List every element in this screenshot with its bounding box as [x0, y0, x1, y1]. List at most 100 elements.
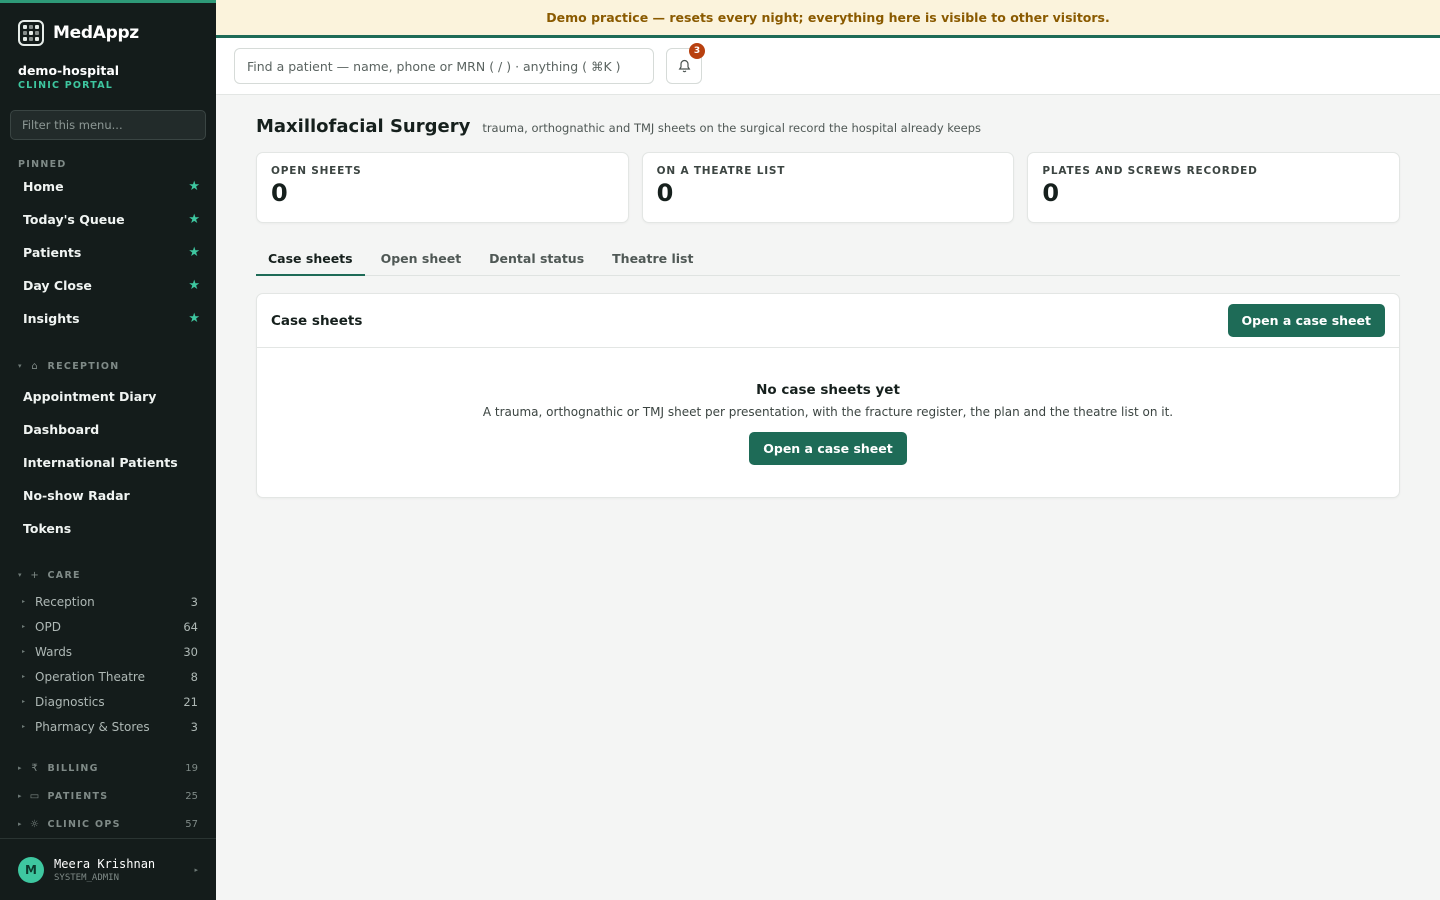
- avatar: M: [18, 856, 44, 883]
- empty-open-case-sheet-button[interactable]: Open a case sheet: [749, 432, 907, 465]
- stat-theatre-list: ON A THEATRE LIST 0: [641, 152, 1015, 223]
- sidebar-item-label: Insights: [23, 311, 80, 326]
- user-name: Meera Krishnan: [54, 856, 156, 871]
- sidebar-item-label: Operation Theatre: [35, 669, 145, 684]
- item-count: 3: [190, 719, 198, 734]
- group-label: BILLING: [47, 762, 99, 774]
- stat-value: 0: [271, 179, 288, 207]
- group-count: 57: [185, 818, 198, 830]
- star-icon[interactable]: ★: [188, 311, 200, 326]
- bell-icon: [678, 59, 690, 73]
- open-case-sheet-button[interactable]: Open a case sheet: [1227, 304, 1385, 337]
- sidebar-item-opd[interactable]: ▸ OPD 64: [0, 614, 216, 639]
- panel-header: Case sheets Open a case sheet: [257, 294, 1399, 348]
- sidebar-item-dashboard[interactable]: Dashboard: [0, 413, 216, 446]
- sidebar-item-label: Today's Queue: [23, 212, 125, 227]
- brand[interactable]: MedAppz: [0, 3, 216, 47]
- star-icon[interactable]: ★: [188, 278, 200, 293]
- notifications-button[interactable]: 3: [666, 43, 705, 84]
- app-logo-icon: [18, 20, 44, 46]
- case-sheets-panel: Case sheets Open a case sheet No case sh…: [256, 293, 1400, 498]
- star-icon[interactable]: ★: [188, 179, 200, 194]
- sidebar-item-patients[interactable]: Patients ★: [0, 236, 216, 269]
- star-icon[interactable]: ★: [188, 245, 200, 260]
- stats-row: OPEN SHEETS 0 ON A THEATRE LIST 0 PLATES…: [256, 152, 1401, 223]
- sidebar-item-label: Patients: [23, 245, 82, 260]
- group-count: 25: [185, 790, 198, 802]
- tab-bar: Case sheets Open sheet Dental status The…: [256, 242, 1400, 276]
- sidebar-item-appointment-diary[interactable]: Appointment Diary: [0, 380, 216, 413]
- sidebar-item-pharmacy-stores[interactable]: ▸ Pharmacy & Stores 3: [0, 714, 216, 739]
- chat-icon: ▭: [29, 790, 40, 802]
- tab-case-sheets[interactable]: Case sheets: [256, 242, 365, 276]
- pinned-label: PINNED: [18, 159, 67, 170]
- item-count: 21: [183, 694, 198, 709]
- group-clinic-ops[interactable]: ▸ ☼ CLINIC OPS 57: [0, 810, 216, 838]
- caret-down-icon: ▾: [18, 362, 22, 370]
- group-count: 19: [185, 762, 198, 774]
- star-icon[interactable]: ★: [188, 212, 200, 227]
- empty-state: No case sheets yet A trauma, orthognathi…: [257, 348, 1399, 497]
- stat-open-sheets: OPEN SHEETS 0: [256, 152, 629, 223]
- caret-right-icon: ▸: [18, 820, 22, 828]
- caret-down-icon: ▾: [18, 571, 22, 579]
- sidebar-item-label: Diagnostics: [35, 694, 105, 709]
- tab-dental-status[interactable]: Dental status: [477, 242, 596, 275]
- sidebar-item-wards[interactable]: ▸ Wards 30: [0, 639, 216, 664]
- brand-name: MedAppz: [53, 23, 139, 43]
- sidebar-item-diagnostics[interactable]: ▸ Diagnostics 21: [0, 689, 216, 714]
- demo-banner: Demo practice — resets every night; ever…: [216, 0, 1440, 38]
- group-label: RECEPTION: [47, 360, 120, 372]
- sidebar-item-label: Reception: [35, 594, 95, 609]
- bullet-icon: ▸: [22, 648, 26, 655]
- page-header: Maxillofacial Surgery trauma, orthognath…: [256, 116, 1400, 137]
- empty-state-text: A trauma, orthognathic or TMJ sheet per …: [482, 405, 1174, 419]
- page-subtitle: trauma, orthognathic and TMJ sheets on t…: [482, 121, 981, 135]
- sidebar: MedAppz demo-hospital CLINIC PORTAL PINN…: [0, 0, 216, 900]
- home-icon: ⌂: [31, 360, 38, 372]
- stat-label: ON A THEATRE LIST: [656, 165, 786, 177]
- item-count: 3: [190, 594, 198, 609]
- sidebar-item-operation-theatre[interactable]: ▸ Operation Theatre 8: [0, 664, 216, 689]
- stat-value: 0: [1042, 179, 1060, 207]
- sidebar-item-todays-queue[interactable]: Today's Queue ★: [0, 203, 216, 236]
- notification-badge: 3: [689, 43, 705, 59]
- stat-value: 0: [656, 179, 674, 207]
- sidebar-item-home[interactable]: Home ★: [0, 170, 216, 203]
- item-count: 30: [183, 644, 198, 659]
- topbar: 3: [216, 38, 1440, 95]
- tab-theatre-list[interactable]: Theatre list: [600, 242, 705, 275]
- sidebar-item-no-show-radar[interactable]: No-show Radar: [0, 479, 216, 512]
- sidebar-item-international-patients[interactable]: International Patients: [0, 446, 216, 479]
- bullet-icon: ▸: [22, 598, 26, 605]
- stat-plates-screws: PLATES AND SCREWS RECORDED 0: [1027, 152, 1401, 223]
- menu-filter-input[interactable]: [10, 110, 206, 140]
- sidebar-item-tokens[interactable]: Tokens: [0, 512, 216, 545]
- main-content: Maxillofacial Surgery trauma, orthognath…: [256, 95, 1401, 498]
- gear-icon: ☼: [30, 818, 39, 830]
- group-label: CARE: [47, 569, 81, 581]
- sidebar-item-day-close[interactable]: Day Close ★: [0, 269, 216, 302]
- group-billing[interactable]: ▸ ₹ BILLING 19: [0, 754, 216, 782]
- sidebar-item-label: OPD: [35, 619, 61, 634]
- page-title: Maxillofacial Surgery: [256, 116, 471, 137]
- bullet-icon: ▸: [22, 673, 26, 680]
- patient-search-input[interactable]: [234, 48, 654, 84]
- group-reception[interactable]: ▾ ⌂ RECEPTION: [0, 352, 216, 380]
- sidebar-item-insights[interactable]: Insights ★: [0, 302, 216, 335]
- item-count: 8: [190, 669, 198, 684]
- group-label: CLINIC OPS: [47, 818, 121, 830]
- group-patients[interactable]: ▸ ▭ PATIENTS 25: [0, 782, 216, 810]
- panel-title: Case sheets: [271, 312, 363, 329]
- user-menu[interactable]: M Meera Krishnan SYSTEM_ADMIN ▸: [0, 838, 216, 900]
- plus-icon: +: [30, 569, 39, 581]
- empty-state-title: No case sheets yet: [756, 382, 900, 398]
- sidebar-item-label: Day Close: [23, 278, 92, 293]
- sidebar-item-label: Pharmacy & Stores: [35, 719, 150, 734]
- tab-open-sheet[interactable]: Open sheet: [369, 242, 474, 275]
- sidebar-item-care-reception[interactable]: ▸ Reception 3: [0, 589, 216, 614]
- rupee-icon: ₹: [31, 762, 38, 774]
- caret-right-icon: ▸: [18, 792, 22, 800]
- group-care[interactable]: ▾ + CARE: [0, 561, 216, 589]
- sidebar-item-label: Wards: [35, 644, 73, 659]
